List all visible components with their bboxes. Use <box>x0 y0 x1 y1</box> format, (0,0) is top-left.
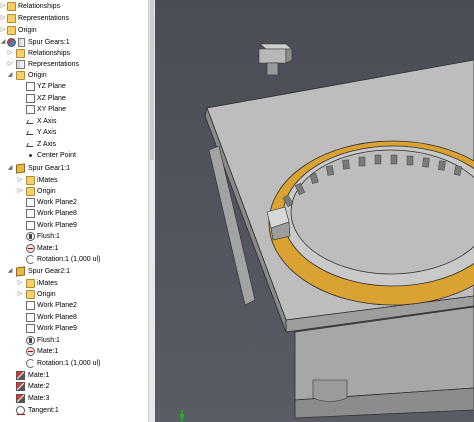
axis-icon <box>26 128 35 137</box>
browser-scrollbar[interactable] <box>148 0 155 422</box>
representations-folder-icon <box>16 60 25 69</box>
work-plane-icon <box>26 209 35 218</box>
plane-icon <box>26 94 35 103</box>
work-plane-icon <box>26 221 35 230</box>
browser-item-label: Work Plane9 <box>37 325 77 332</box>
subassembly-icon <box>7 38 16 47</box>
browser-item-label: Flush:1 <box>37 337 60 344</box>
browser-item-label: Mate:2 <box>28 383 50 390</box>
chevron-down-icon[interactable]: ◢ <box>0 37 6 48</box>
browser-item-label: Work Plane2 <box>37 199 77 206</box>
work-plane-icon <box>26 301 35 310</box>
chevron-right-icon[interactable]: ▷ <box>17 186 23 197</box>
browser-item-label: Relationships <box>28 50 71 57</box>
model-browser: ▷ Relationships ▷ Representations ▷ Orig… <box>0 0 148 422</box>
origin-folder-icon <box>26 187 35 196</box>
browser-item-label: iMates <box>37 280 58 287</box>
browser-item-label: X Axis <box>37 118 57 125</box>
browser-item-label: XZ Plane <box>37 95 66 102</box>
adaptive-icon <box>18 38 25 47</box>
chevron-right-icon[interactable]: ▷ <box>0 1 6 12</box>
browser-item-label: Relationships <box>18 3 61 10</box>
browser-item-label: Origin <box>37 188 56 195</box>
browser-item-label: Origin <box>18 27 37 34</box>
representations-folder-icon <box>7 14 16 23</box>
browser-item-label: Spur Gear1:1 <box>28 165 71 172</box>
scrollbar-thumb[interactable] <box>150 0 154 160</box>
cube-component[interactable] <box>258 43 293 76</box>
relationships-folder-icon <box>7 2 16 11</box>
chevron-right-icon[interactable]: ▷ <box>7 59 13 70</box>
browser-item-label: Representations <box>18 15 69 22</box>
work-plane-icon <box>26 324 35 333</box>
mate-constraint-icon <box>16 382 25 391</box>
coordinate-triad-icon <box>180 410 184 422</box>
flush-constraint-icon <box>26 232 35 241</box>
model-view[interactable] <box>155 0 474 422</box>
chevron-right-icon[interactable]: ▷ <box>17 175 23 186</box>
chevron-right-icon[interactable]: ▷ <box>17 289 23 300</box>
browser-item-label: Spur Gear2:1 <box>28 268 71 275</box>
plane-icon <box>26 105 35 114</box>
chevron-down-icon[interactable]: ◢ <box>7 70 13 81</box>
rotation-constraint-icon <box>26 255 35 264</box>
work-plane-icon <box>26 313 35 322</box>
origin-folder-icon <box>26 290 35 299</box>
imates-folder-icon <box>26 176 35 185</box>
browser-item-label: Mate:1 <box>37 245 59 252</box>
browser-item-label: Mate:1 <box>37 348 59 355</box>
imates-folder-icon <box>26 279 35 288</box>
chevron-right-icon[interactable]: ▷ <box>0 13 6 24</box>
browser-item-label: Work Plane8 <box>37 210 77 217</box>
browser-item-label: Representations <box>28 61 79 68</box>
origin-folder-icon <box>16 71 25 80</box>
browser-item-label: Work Plane9 <box>37 222 77 229</box>
browser-item-label: XY Plane <box>37 106 67 113</box>
flush-constraint-icon <box>26 336 35 345</box>
origin-folder-icon <box>7 26 16 35</box>
mate-constraint-icon <box>16 371 25 380</box>
part-icon <box>16 163 25 174</box>
browser-item-label: Rotation:1 (1,000 ul) <box>37 256 101 263</box>
browser-item-label: YZ Plane <box>37 83 66 90</box>
browser-item-label: Origin <box>37 291 56 298</box>
chevron-down-icon[interactable]: ◢ <box>7 266 13 277</box>
axis-icon <box>26 117 35 126</box>
graphics-viewport[interactable] <box>155 0 474 422</box>
chevron-right-icon[interactable]: ▷ <box>7 48 13 59</box>
browser-item-label: Work Plane2 <box>37 302 77 309</box>
chevron-right-icon[interactable]: ▷ <box>0 25 6 36</box>
mate-constraint-icon <box>16 394 25 403</box>
browser-item-label: Z Axis <box>37 141 57 148</box>
part-icon <box>16 266 25 277</box>
rotation-constraint-icon <box>26 359 35 368</box>
browser-item-label: Y Axis <box>37 129 57 136</box>
chevron-right-icon[interactable]: ▷ <box>17 278 23 289</box>
chevron-down-icon[interactable]: ◢ <box>7 163 13 174</box>
browser-item-label: Origin <box>28 72 47 79</box>
browser-item-label: Mate:1 <box>28 372 50 379</box>
tangent-constraint-icon <box>16 406 25 415</box>
browser-item-label: iMates <box>37 177 58 184</box>
center-point-icon <box>26 151 35 160</box>
browser-item-label: Rotation:1 (1,000 ul) <box>37 360 101 367</box>
browser-item-label: Tangent:1 <box>28 407 59 414</box>
browser-item-label: Work Plane8 <box>37 314 77 321</box>
axis-icon <box>26 140 35 149</box>
browser-item-label: Spur Gears:1 <box>28 39 70 46</box>
browser-item-label: Mate:3 <box>28 395 50 402</box>
plane-icon <box>26 82 35 91</box>
mate-constraint-icon <box>26 244 35 253</box>
browser-item-label: Center Point <box>37 152 76 159</box>
work-plane-icon <box>26 198 35 207</box>
mate-constraint-icon <box>26 347 35 356</box>
browser-item-label: Flush:1 <box>37 233 60 240</box>
relationships-folder-icon <box>16 49 25 58</box>
